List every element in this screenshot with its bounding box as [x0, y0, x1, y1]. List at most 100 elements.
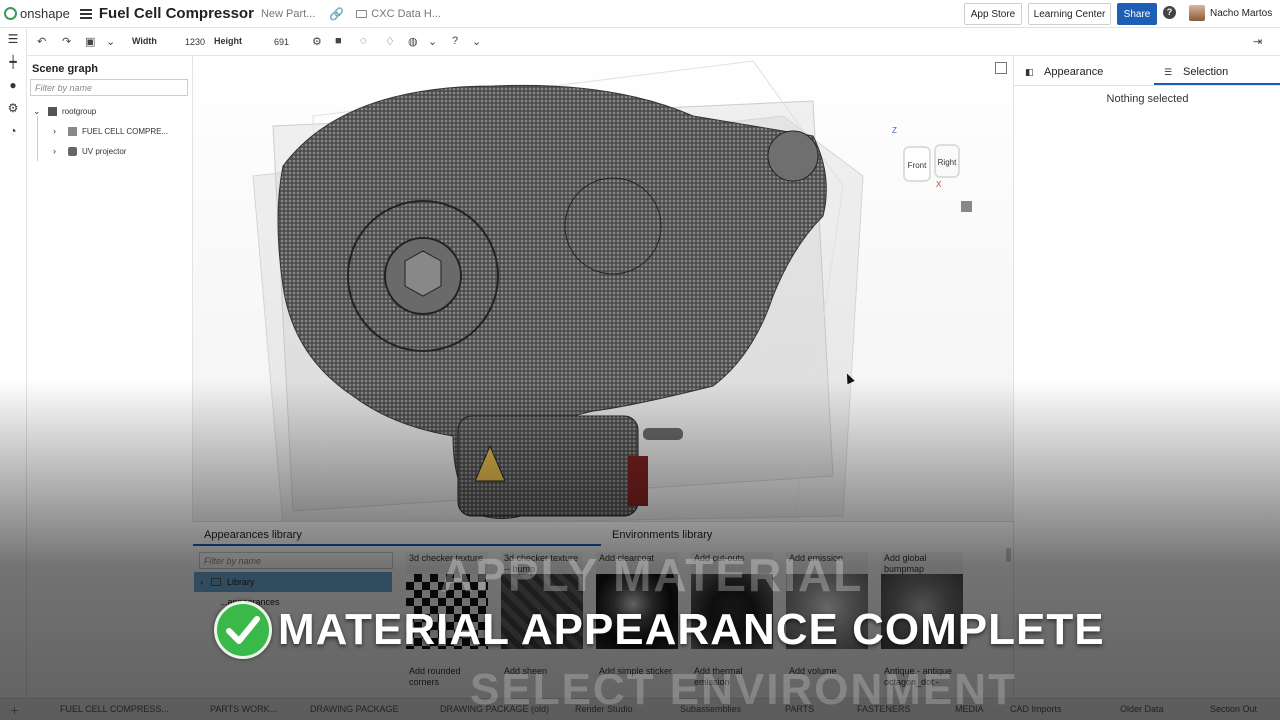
- light-icon[interactable]: ♢: [385, 35, 395, 48]
- doc-tab[interactable]: MEDIA: [955, 704, 984, 714]
- banner-text: MATERIAL APPEARANCE COMPLETE: [278, 605, 1105, 654]
- view-cube[interactable]: Front Right Z X: [892, 126, 978, 189]
- tree-row-uv-projector[interactable]: › UV projector: [53, 146, 126, 156]
- undo-icon[interactable]: ↶: [37, 35, 46, 48]
- doc-tab[interactable]: Subassemblies: [680, 704, 741, 714]
- document-title[interactable]: Fuel Cell Compressor: [99, 5, 254, 22]
- chevron-right-icon[interactable]: ›: [200, 577, 203, 587]
- menu-icon[interactable]: [79, 8, 92, 19]
- render-icon[interactable]: ◍: [408, 35, 418, 48]
- library-tree-item[interactable]: › Library: [194, 572, 392, 592]
- link-icon[interactable]: 🔗: [329, 7, 344, 21]
- doc-tab[interactable]: Render Studio: [575, 704, 633, 714]
- folder-icon: [356, 9, 368, 18]
- chevron-right-icon[interactable]: ›: [53, 126, 63, 136]
- tile-label: Antique - antique octagon_dot -: [884, 666, 953, 687]
- camera-icon[interactable]: ■: [335, 35, 342, 47]
- comments-icon[interactable]: ●: [6, 78, 20, 92]
- tab-appearances-library[interactable]: Appearances library: [204, 529, 302, 541]
- folder-breadcrumb[interactable]: CXC Data H...: [356, 8, 441, 20]
- width-input[interactable]: 1230: [185, 37, 205, 47]
- left-rail: ☰ ┿ ● ⚙ ◔: [0, 28, 27, 698]
- feature-list-icon[interactable]: ☰: [6, 32, 20, 46]
- view-mode-icon[interactable]: [961, 201, 972, 212]
- doc-tab[interactable]: Older Data: [1120, 704, 1164, 714]
- list-icon: ☰: [1164, 67, 1173, 77]
- learning-center-button[interactable]: Learning Center: [1028, 3, 1111, 25]
- appearances-icon[interactable]: ⚙: [6, 101, 20, 115]
- tree-label: FUEL CELL COMPRE...: [82, 126, 169, 136]
- appearance-icon: ◧: [1025, 67, 1034, 77]
- doc-tab[interactable]: PARTS WORK...: [210, 704, 277, 714]
- share-button[interactable]: Share: [1117, 3, 1157, 25]
- active-tab-indicator: [193, 544, 601, 546]
- cube-icon: [68, 146, 77, 156]
- tab-selection[interactable]: Selection: [1183, 66, 1228, 78]
- help-icon[interactable]: ?: [1163, 6, 1176, 19]
- doc-tab[interactable]: CAD Imports: [1010, 704, 1062, 714]
- settings-icon[interactable]: ⚙: [312, 35, 322, 48]
- environment-icon[interactable]: ◌: [360, 35, 367, 47]
- exit-icon[interactable]: ⇥: [1253, 35, 1262, 48]
- doc-tab[interactable]: PARTS: [785, 704, 814, 714]
- doc-tab[interactable]: DRAWING PACKAGE: [310, 704, 399, 714]
- chevron-down-icon[interactable]: ⌄: [106, 35, 115, 48]
- tree-guide: [37, 116, 38, 161]
- tab-appearance[interactable]: Appearance: [1044, 66, 1103, 78]
- scene-filter-input[interactable]: Filter by name: [30, 79, 188, 96]
- tile-label: Add global bumpmap: [881, 552, 963, 574]
- axis-x-label: X: [936, 180, 942, 189]
- redo-icon[interactable]: ↷: [62, 35, 71, 48]
- divider: [1014, 85, 1280, 86]
- view-cube-front[interactable]: Front: [903, 146, 931, 182]
- empty-selection-message: Nothing selected: [1106, 93, 1189, 105]
- help-circle-icon[interactable]: ?: [452, 35, 458, 47]
- width-label: Width: [132, 36, 157, 46]
- check-icon: [214, 601, 272, 659]
- render-viewport[interactable]: Front Right Z X: [193, 56, 1013, 521]
- height-input[interactable]: 691: [274, 37, 289, 47]
- avatar: [1189, 5, 1205, 21]
- completion-banner: MATERIAL APPEARANCE COMPLETE: [214, 600, 1105, 660]
- axis-z-label: Z: [892, 126, 897, 135]
- render-toolbar: ↶ ↷ ▣ ⌄ Width 1230 Height 691 ⚙ ■ ◌ ♢ ◍ …: [27, 28, 1280, 56]
- chevron-right-icon[interactable]: ›: [53, 146, 63, 156]
- fullscreen-icon[interactable]: [995, 62, 1007, 74]
- onshape-logo[interactable]: onshape: [4, 6, 70, 21]
- tile-label: 3d checker texture -- bump: [501, 552, 583, 574]
- tree-row-fuel-cell[interactable]: › FUEL CELL COMPRE...: [53, 126, 168, 136]
- doc-tab[interactable]: FUEL CELL COMPRESS...: [60, 704, 169, 714]
- document-tab-bar: ＋ FUEL CELL COMPRESS... PARTS WORK... DR…: [0, 698, 1280, 720]
- tile-label: Add rounded corners: [409, 666, 461, 687]
- onshape-logo-icon: [4, 7, 17, 20]
- view-cube-right[interactable]: Right: [934, 144, 960, 178]
- doc-tab[interactable]: Section Out: [1210, 704, 1257, 714]
- document-subtitle[interactable]: New Part...: [261, 8, 315, 20]
- group-icon: [48, 107, 57, 116]
- tree-label: rootgroup: [62, 107, 97, 116]
- tab-environments-library[interactable]: Environments library: [612, 529, 712, 541]
- doc-tab[interactable]: FASTENERS: [857, 704, 911, 714]
- scrollbar[interactable]: [1006, 548, 1011, 562]
- chevron-down-icon[interactable]: ⌄: [428, 35, 437, 48]
- chevron-down-icon[interactable]: ⌄: [472, 35, 481, 48]
- add-tab-icon[interactable]: ＋: [10, 704, 19, 717]
- instances-icon[interactable]: ┿: [6, 55, 20, 69]
- doc-tab[interactable]: DRAWING PACKAGE (old): [440, 704, 549, 714]
- library-filter-input[interactable]: Filter by name: [199, 552, 393, 569]
- tile-label: Add emission: [786, 552, 868, 574]
- tree-row-root[interactable]: ⌄ rootgroup: [33, 106, 96, 117]
- user-name: Nacho Martos: [1210, 7, 1273, 19]
- tile-label: Add sheen: [504, 666, 548, 676]
- part-icon: [68, 126, 77, 136]
- app-store-button[interactable]: App Store: [964, 3, 1022, 25]
- tree-label: UV projector: [82, 146, 127, 156]
- chevron-down-icon[interactable]: ⌄: [33, 106, 43, 117]
- user-menu[interactable]: Nacho Martos: [1189, 5, 1272, 21]
- model-render[interactable]: [193, 56, 1013, 521]
- history-icon[interactable]: ◔: [6, 124, 20, 138]
- save-icon[interactable]: ▣: [85, 35, 95, 48]
- library-item-label: Library: [227, 577, 255, 587]
- tile-label: 3d checker texture: [406, 552, 488, 574]
- tile-label: Add clearcoat: [596, 552, 678, 574]
